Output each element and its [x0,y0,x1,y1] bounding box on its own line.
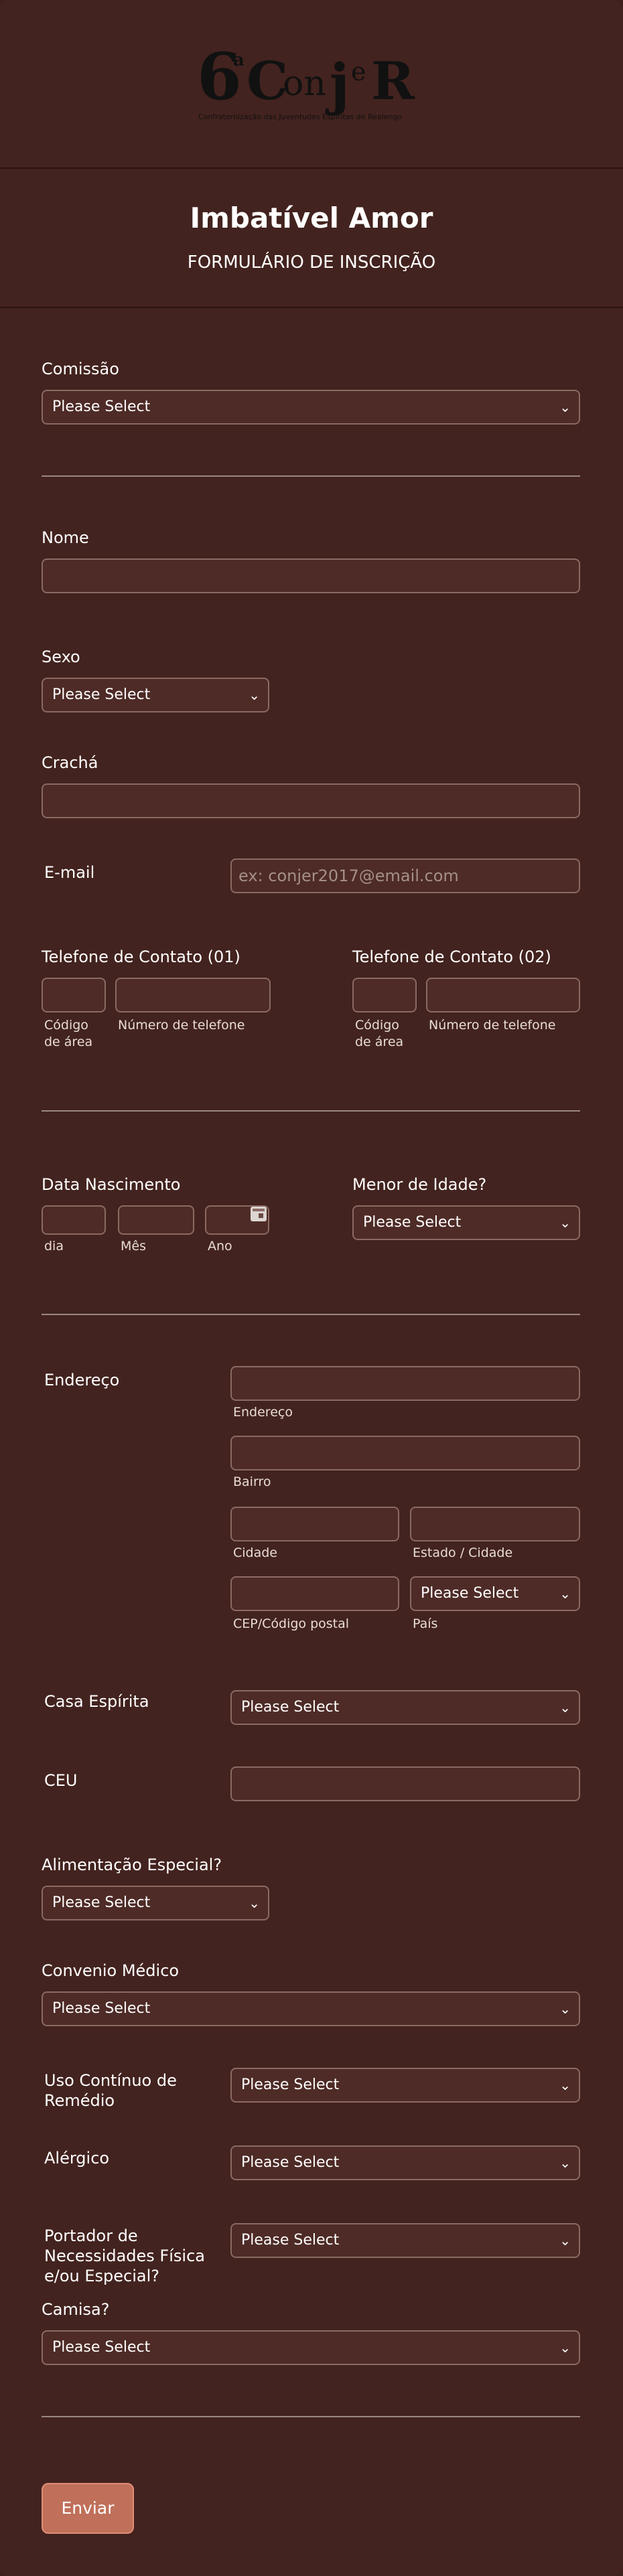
form-subtitle: FORMULÁRIO DE INSCRIÇÃO [187,252,436,273]
header-divider [0,167,623,169]
section-divider [42,1314,580,1315]
sexo-select[interactable]: Please Select ⌄ [42,678,269,712]
cidade-label: Cidade [233,1545,277,1560]
chevron-down-icon: ⌄ [559,1215,571,1231]
casa-espirita-select[interactable]: Please Select ⌄ [230,1690,580,1725]
cidade-input[interactable] [230,1507,399,1541]
menor-label: Menor de Idade? [352,1175,487,1194]
chevron-down-icon: ⌄ [559,2077,571,2093]
nascimento-label: Data Nascimento [42,1175,181,1194]
telefone2-area-label-2: de área [355,1035,404,1049]
ceu-label: CEU [44,1771,78,1790]
telefone1-area-input[interactable] [42,978,106,1012]
email-placeholder: ex: conjer2017@email.com [238,866,459,885]
chevron-down-icon: ⌄ [249,687,260,703]
endereco-label: Endereço [44,1371,120,1389]
telefone2-area-input[interactable] [352,978,417,1012]
svg-text:on: on [283,64,326,104]
bairro-label: Bairro [233,1474,271,1489]
svg-text:j: j [325,52,350,117]
nome-input[interactable] [42,558,580,593]
svg-text:e: e [351,57,366,86]
remedio-label: Uso Contínuo de [44,2071,177,2090]
bairro-input[interactable] [230,1436,580,1470]
calendar-icon[interactable] [251,1207,267,1221]
telefone1-area-label-2: de área [44,1035,93,1049]
necessidades-label-3: e/ou Especial? [44,2267,160,2285]
pais-label: País [413,1616,438,1631]
telefone2-number-label: Número de telefone [429,1018,556,1033]
alergico-label: Alérgico [44,2149,110,2168]
estado-label: Estado / Cidade [413,1545,513,1560]
chevron-down-icon: ⌄ [559,399,571,415]
logo-tagline: Confraternização das Juventudes Espírita… [198,112,402,121]
endereco-street-input[interactable] [230,1366,580,1401]
chevron-down-icon: ⌄ [559,2155,571,2171]
telefone1-label: Telefone de Contato (01) [42,948,240,966]
chevron-down-icon: ⌄ [559,2001,571,2017]
cracha-input[interactable] [42,783,580,818]
dia-input[interactable] [42,1205,106,1235]
remedio-label-2: Remédio [44,2091,115,2110]
chevron-down-icon: ⌄ [559,2340,571,2356]
svg-text:R: R [371,51,415,112]
section-divider [42,1110,580,1112]
telefone1-number-input[interactable] [115,978,271,1012]
svg-text:C: C [247,51,287,112]
mes-label: Mês [121,1239,146,1254]
nome-label: Nome [42,528,89,547]
chevron-down-icon: ⌄ [559,2232,571,2249]
chevron-down-icon: ⌄ [559,1586,571,1602]
chevron-down-icon: ⌄ [559,1699,571,1716]
camisa-select[interactable]: Please Select ⌄ [42,2330,580,2365]
dia-label: dia [44,1239,64,1254]
sexo-label: Sexo [42,648,80,666]
cep-label: CEP/Código postal [233,1616,350,1631]
form-title: Imbatível Amor [190,202,433,234]
comissao-label: Comissão [42,360,119,378]
alimentacao-label: Alimentação Especial? [42,1855,222,1874]
chevron-down-icon: ⌄ [249,1895,260,1911]
svg-text:a: a [233,50,245,70]
necessidades-label-2: Necessidades Física [44,2247,205,2265]
cracha-label: Crachá [42,753,98,772]
mes-input[interactable] [118,1205,194,1235]
comissao-select[interactable]: Please Select ⌄ [42,390,580,425]
camisa-label: Camisa? [42,2300,110,2319]
pais-select[interactable]: Please Select ⌄ [410,1576,580,1611]
alergico-select[interactable]: Please Select ⌄ [230,2145,580,2180]
title-divider [0,307,623,308]
form-card [0,0,623,2576]
casa-espirita-label: Casa Espírita [44,1692,149,1711]
telefone2-number-input[interactable] [426,978,580,1012]
cep-input[interactable] [230,1576,399,1611]
convenio-label: Convenio Médico [42,1961,180,1980]
estado-input[interactable] [410,1507,580,1541]
email-label: E-mail [44,863,95,882]
endereco-street-label: Endereço [233,1405,293,1420]
telefone1-area-label: Código [44,1018,88,1033]
ano-label: Ano [208,1239,232,1254]
telefone2-area-label: Código [355,1018,399,1033]
necessidades-select[interactable]: Please Select ⌄ [230,2223,580,2258]
email-input[interactable]: ex: conjer2017@email.com [230,858,580,893]
conjer-logo: 6 a C on j e R Confraternização das Juve… [196,39,427,127]
convenio-select[interactable]: Please Select ⌄ [42,1991,580,2026]
telefone1-number-label: Número de telefone [118,1018,245,1033]
menor-select[interactable]: Please Select ⌄ [352,1205,580,1240]
necessidades-label: Portador de [44,2226,138,2245]
alimentacao-select[interactable]: Please Select ⌄ [42,1886,269,1920]
submit-button[interactable]: Enviar [42,2483,134,2534]
telefone2-label: Telefone de Contato (02) [352,948,551,966]
ceu-input[interactable] [230,1766,580,1801]
remedio-select[interactable]: Please Select ⌄ [230,2068,580,2103]
section-divider [42,475,580,477]
section-divider [42,2416,580,2417]
